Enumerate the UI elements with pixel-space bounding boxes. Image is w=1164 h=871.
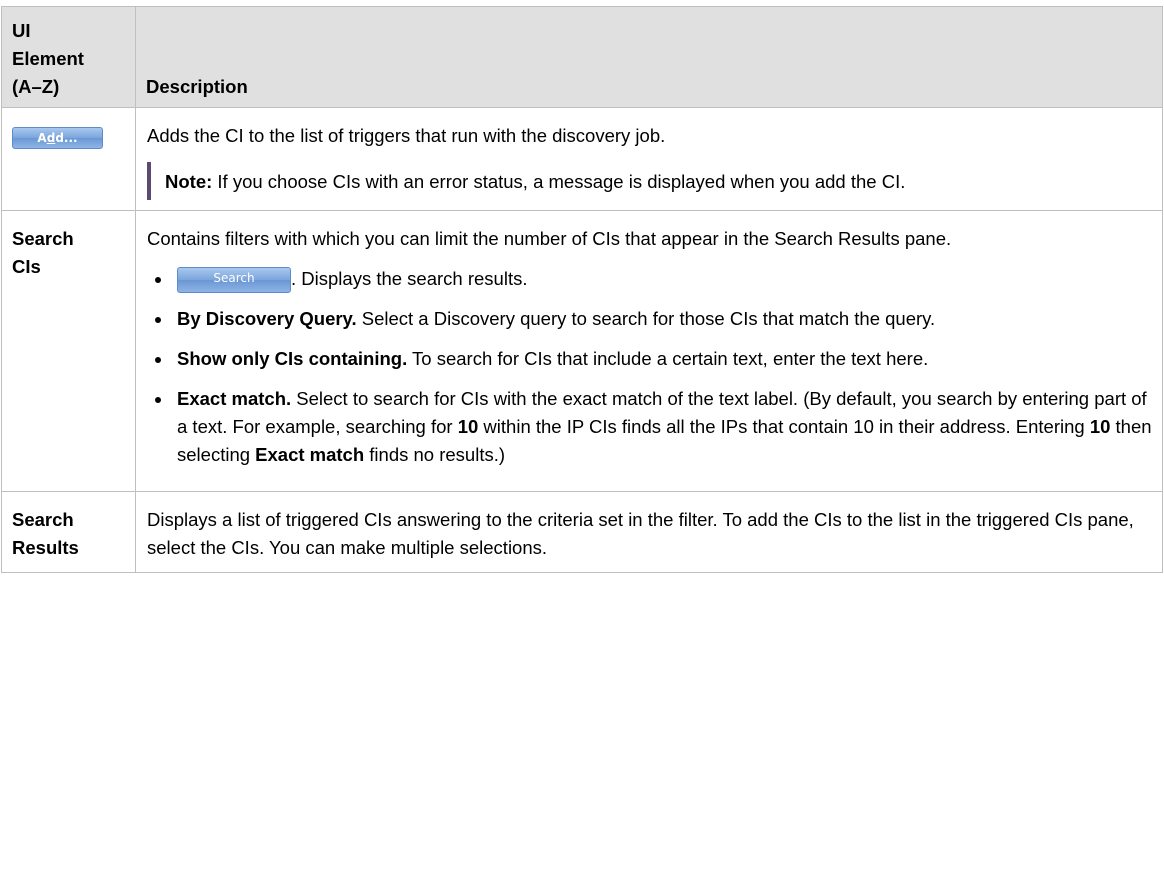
add-button-image: Add...: [12, 127, 103, 150]
header-ui-element-line1: UI: [12, 20, 31, 41]
item-text: Select a Discovery query to search for t…: [356, 308, 936, 329]
row-search-results-name-line2: Results: [12, 537, 79, 558]
table-row: Search Results Displays a list of trigge…: [1, 491, 1163, 573]
row-search-results-name-cell: Search Results: [1, 491, 136, 573]
row-search-results-name-line1: Search: [12, 509, 74, 530]
item-label: Exact match.: [177, 388, 292, 409]
search-button-image: Search: [177, 267, 291, 293]
list-item: By Discovery Query. Select a Discovery q…: [147, 305, 1152, 333]
header-ui-element: UI Element (A–Z): [1, 6, 136, 108]
table-row: Add... Adds the CI to the list of trigge…: [1, 107, 1163, 211]
item-text: within the IP CIs finds all the IPs that…: [478, 416, 1090, 437]
list-item: Exact match. Select to search for CIs wi…: [147, 385, 1152, 469]
note-block: Note: If you choose CIs with an error st…: [147, 162, 1152, 200]
header-description: Description: [135, 6, 1163, 108]
row-search-results-description-cell: Displays a list of triggered CIs answeri…: [135, 491, 1163, 573]
header-ui-element-line3: (A–Z): [12, 76, 60, 97]
row-search-cis-name-cell: Search CIs: [1, 210, 136, 492]
item-bold: Exact match: [255, 444, 365, 465]
list-item: Show only CIs containing. To search for …: [147, 345, 1152, 373]
row-add-name-cell: Add...: [1, 107, 136, 211]
note-label: Note:: [165, 171, 213, 192]
row-search-cis-name-line2: CIs: [12, 256, 41, 277]
item-label: By Discovery Query.: [177, 308, 357, 329]
item-text: finds no results.): [364, 444, 506, 465]
row-add-description: Adds the CI to the list of triggers that…: [147, 125, 666, 146]
row-search-results-description: Displays a list of triggered CIs answeri…: [147, 509, 1134, 558]
note-text: If you choose CIs with an error status, …: [212, 171, 906, 192]
search-button-text: . Displays the search results.: [291, 268, 528, 289]
item-bold: 10: [1089, 416, 1111, 437]
row-search-cis-name-line1: Search: [12, 228, 74, 249]
table-header-row: UI Element (A–Z) Description: [1, 6, 1163, 108]
header-ui-element-line2: Element: [12, 48, 84, 69]
item-text: To search for CIs that include a certain…: [407, 348, 929, 369]
row-search-cis-description: Contains filters with which you can limi…: [147, 228, 952, 249]
item-label: Show only CIs containing.: [177, 348, 408, 369]
row-search-cis-description-cell: Contains filters with which you can limi…: [135, 210, 1163, 492]
ui-elements-table: UI Element (A–Z) Description Add... Adds…: [1, 6, 1163, 573]
item-bold: 10: [457, 416, 479, 437]
row-add-description-cell: Adds the CI to the list of triggers that…: [135, 107, 1163, 211]
table-row: Search CIs Contains filters with which y…: [1, 210, 1163, 492]
list-item: Search. Displays the search results.: [147, 265, 1152, 293]
search-options-list: Search. Displays the search results. By …: [147, 265, 1152, 469]
